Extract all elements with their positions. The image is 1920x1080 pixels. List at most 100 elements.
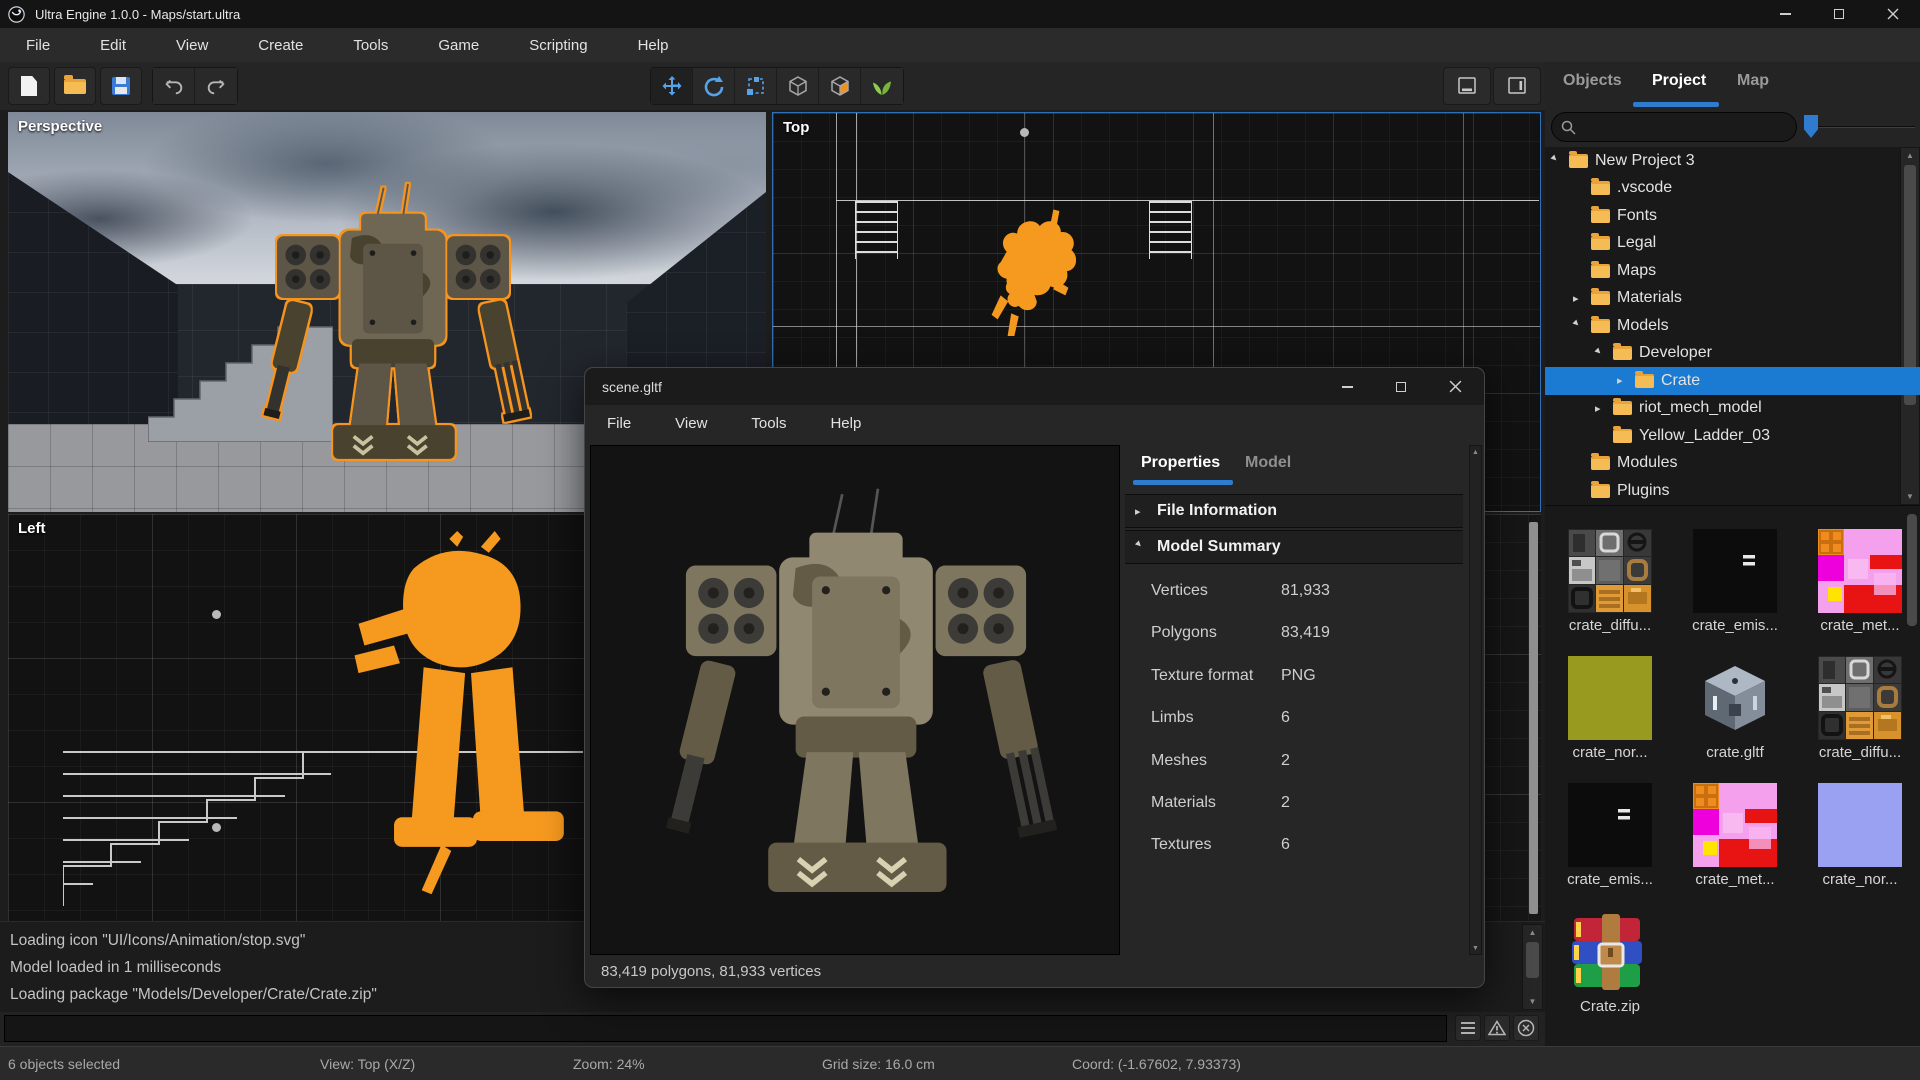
command-input[interactable] [4, 1015, 1447, 1042]
tab-objects[interactable]: Objects [1563, 72, 1622, 90]
save-button[interactable] [100, 67, 142, 105]
folder-icon [1569, 150, 1588, 168]
tree-item-riot-mech-model[interactable]: ▸ riot_mech_model [1545, 395, 1920, 423]
model-menu-help[interactable]: Help [830, 415, 861, 432]
asset-thumbnail-cube-model[interactable] [1693, 656, 1777, 740]
menu-game[interactable]: Game [438, 37, 479, 54]
wireframe-cube-button[interactable] [777, 68, 819, 104]
tree-item-fonts[interactable]: Fonts [1545, 202, 1920, 230]
property-value: PNG [1281, 666, 1316, 684]
tab-properties[interactable]: Properties [1141, 454, 1220, 472]
console-scrollbar[interactable]: ▲ ▼ [1522, 924, 1543, 1010]
selection-handle-dot[interactable] [212, 610, 221, 619]
mech-top-silhouette[interactable] [978, 208, 1076, 336]
tab-map[interactable]: Map [1737, 72, 1769, 90]
tree-item-label: Models [1617, 316, 1669, 334]
menu-tools[interactable]: Tools [353, 37, 388, 54]
folder-icon [1591, 205, 1610, 223]
minimize-button[interactable] [1758, 0, 1812, 28]
model-menu-file[interactable]: File [607, 415, 631, 432]
properties-scrollbar[interactable]: ▲ ▼ [1469, 445, 1482, 955]
scale-tool-button[interactable] [735, 68, 777, 104]
scroll-up-icon[interactable]: ▲ [1470, 446, 1481, 458]
asset-thumbnail-periwinkle-texture[interactable] [1818, 783, 1902, 867]
chevron-right-icon: ▸ [1135, 505, 1141, 518]
mech-model-selected[interactable] [243, 182, 543, 505]
scroll-down-icon[interactable]: ▼ [1470, 942, 1481, 954]
folder-icon [1591, 233, 1610, 251]
tree-item--vscode[interactable]: .vscode [1545, 175, 1920, 203]
scroll-up-icon[interactable]: ▲ [1523, 925, 1542, 940]
asset-grid: crate_diffu... crate_emis... crate_met..… [1545, 505, 1920, 1046]
scroll-down-icon[interactable]: ▼ [1523, 994, 1542, 1009]
maximize-button[interactable] [1812, 0, 1866, 28]
selection-handle-dot[interactable] [1020, 128, 1029, 137]
tree-item-label: Modules [1617, 454, 1678, 472]
rotate-tool-button[interactable] [693, 68, 735, 104]
redo-button[interactable] [195, 68, 237, 104]
title-bar: Ultra Engine 1.0.0 - Maps/start.ultra [0, 0, 1920, 28]
chevron-right-icon: ▸ [1573, 292, 1579, 305]
selection-handle-dot[interactable] [212, 823, 221, 832]
tree-item-modules[interactable]: Modules [1545, 450, 1920, 478]
viewport-scrollbar[interactable] [1529, 522, 1538, 914]
asset-thumbnail-crate-texture[interactable] [1818, 656, 1902, 740]
menu-scripting[interactable]: Scripting [529, 37, 587, 54]
folder-icon [1591, 453, 1610, 471]
tree-item-yellow-ladder-03[interactable]: Yellow_Ladder_03 [1545, 422, 1920, 450]
asset-thumbnail-crate-texture[interactable] [1568, 529, 1652, 613]
menu-view[interactable]: View [176, 37, 208, 54]
asset-thumbnail-pink-texture[interactable] [1693, 783, 1777, 867]
menu-edit[interactable]: Edit [100, 37, 126, 54]
layout-single-viewport-button[interactable] [1443, 67, 1491, 105]
tree-item-maps[interactable]: Maps [1545, 257, 1920, 285]
tab-model[interactable]: Model [1245, 454, 1291, 472]
model-preview[interactable] [590, 445, 1120, 955]
solid-cube-button[interactable] [819, 68, 861, 104]
open-file-button[interactable] [54, 67, 96, 105]
layout-split-viewport-button[interactable] [1493, 67, 1541, 105]
tree-item-legal[interactable]: Legal [1545, 230, 1920, 258]
model-menu-view[interactable]: View [675, 415, 707, 432]
tree-item-developer[interactable]: ▸ Developer [1545, 340, 1920, 368]
asset-thumbnail-black-texture[interactable] [1693, 529, 1777, 613]
folder-icon [1591, 260, 1610, 278]
tree-item-plugins[interactable]: Plugins [1545, 477, 1920, 505]
close-button[interactable] [1866, 0, 1920, 28]
tree-item-models[interactable]: ▸ Models [1545, 312, 1920, 340]
menu-file[interactable]: File [26, 37, 50, 54]
model-menu-tools[interactable]: Tools [751, 415, 786, 432]
console-scroll-thumb[interactable] [1526, 942, 1539, 978]
asset-label: crate.gltf [1706, 744, 1764, 761]
new-file-button[interactable] [8, 67, 50, 105]
tree-item-crate[interactable]: ▸ Crate [1545, 367, 1920, 395]
tree-item-label: New Project 3 [1595, 151, 1695, 169]
asset-thumbnail-black-texture[interactable] [1568, 783, 1652, 867]
menu-help[interactable]: Help [638, 37, 669, 54]
undo-button[interactable] [153, 68, 195, 104]
thumbnail-size-slider-track[interactable] [1807, 126, 1915, 128]
asset-thumbnail-pink-texture[interactable] [1818, 529, 1902, 613]
tree-item-new-project-3[interactable]: ▸ New Project 3 [1545, 147, 1920, 175]
model-viewer-window[interactable]: scene.gltf File View Tools Help Properties … [584, 367, 1485, 988]
asset-label: crate_met... [1820, 617, 1900, 634]
assets-scroll-thumb[interactable] [1907, 514, 1917, 626]
mech-side-silhouette[interactable] [353, 529, 593, 914]
section-file-information[interactable]: ▸ File Information [1125, 494, 1463, 528]
warnings-toggle-button[interactable] [1484, 1015, 1510, 1041]
section-model-summary[interactable]: ▸ Model Summary [1125, 530, 1463, 564]
errors-toggle-button[interactable] [1513, 1015, 1539, 1041]
undo-redo-group [152, 67, 238, 105]
menu-create[interactable]: Create [258, 37, 303, 54]
move-tool-button[interactable] [651, 68, 693, 104]
status-zoom: Zoom: 24% [573, 1056, 645, 1072]
vegetation-tool-button[interactable] [861, 68, 903, 104]
chevron-expanded-icon: ▸ [1592, 344, 1605, 358]
asset-thumbnail-zip-archive[interactable] [1568, 910, 1652, 994]
asset-search-input[interactable] [1551, 112, 1797, 142]
thumbnail-size-slider-handle[interactable] [1804, 115, 1818, 138]
tree-item-materials[interactable]: ▸ Materials [1545, 285, 1920, 313]
tab-project[interactable]: Project [1652, 72, 1706, 90]
console-menu-button[interactable] [1455, 1015, 1481, 1041]
asset-thumbnail-olive-texture[interactable] [1568, 656, 1652, 740]
